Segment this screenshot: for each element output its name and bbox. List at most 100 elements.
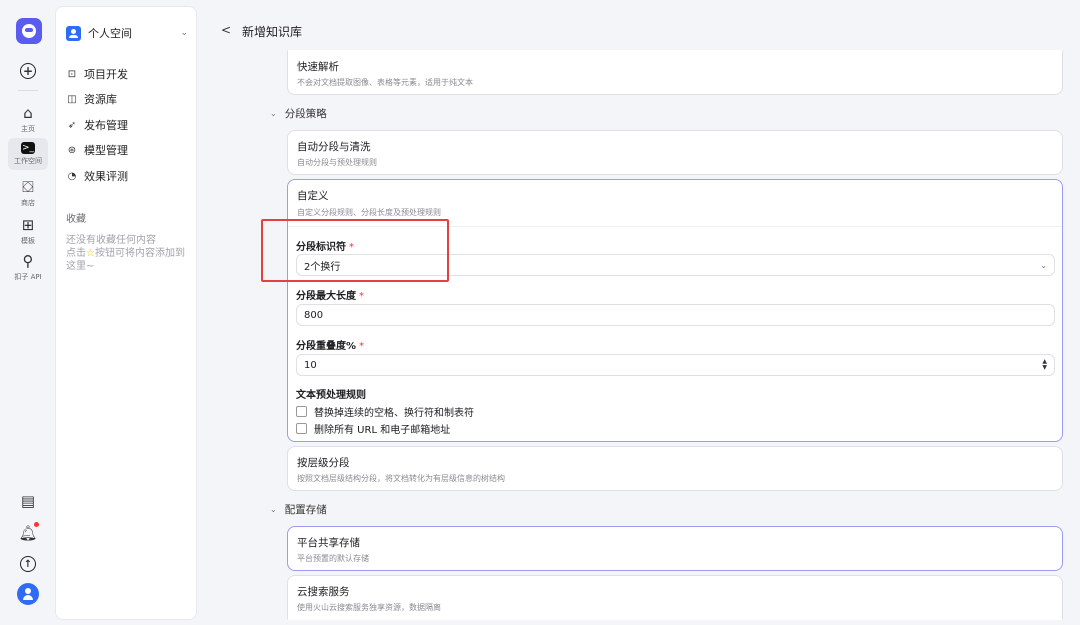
stepper-arrows-icon[interactable]: ▲ ▼ <box>1042 359 1047 371</box>
rule-replace-whitespace[interactable]: 替换掉连续的空格、换行符和制表符 <box>296 404 474 419</box>
rail-item-workspace[interactable]: >_ 工作空间 <box>8 138 48 170</box>
preprocess-label: 文本预处理规则 <box>296 390 366 401</box>
storage-option-cloud[interactable]: 云搜索服务 使用火山云搜索服务独享资源，数据隔离 <box>287 575 1063 620</box>
option-desc: 按照文档层级结构分段，将文档转化为有层级信息的树结构 <box>297 474 505 483</box>
field-label-text: 分段重叠度% <box>296 341 357 352</box>
favorites-empty-fragment: 按钮可将内容添加到 <box>94 248 185 259</box>
sidebar-item-label: 发布管理 <box>84 119 128 132</box>
rail-item-home[interactable]: ⌂ 主页 <box>8 104 48 134</box>
library-icon: ◫ <box>67 93 77 105</box>
rocket-icon: ➶ <box>67 119 77 131</box>
required-mark: * <box>359 291 364 302</box>
segment-option-custom[interactable]: 自定义 自定义分段规则、分段长度及预处理规则 分段标识符 * 2个换行 ⌄ 分段最… <box>287 179 1063 442</box>
input-value: 10 <box>304 359 317 371</box>
select-value: 2个换行 <box>304 261 341 273</box>
upgrade-button[interactable]: ↑ <box>8 556 48 572</box>
template-icon: ⊞ <box>21 215 35 234</box>
checkbox[interactable] <box>296 423 307 434</box>
app-logo[interactable] <box>16 18 42 44</box>
section-title: 分段策略 <box>284 108 327 120</box>
favorites-empty-line: 点击☆按钮可将内容添加到 <box>66 247 194 260</box>
option-title: 按层级分段 <box>297 457 350 469</box>
eval-icon: ◔ <box>67 170 77 182</box>
section-segment-strategy[interactable]: ⌄ 分段策略 <box>270 106 327 121</box>
option-desc: 自定义分段规则、分段长度及预处理规则 <box>297 208 441 217</box>
rail-item-label: 模板 <box>21 237 35 245</box>
plus-circle-icon: + <box>20 63 36 79</box>
rail-item-store[interactable]: ⛋ 商店 <box>8 178 48 208</box>
rail-item-label: 商店 <box>21 199 35 207</box>
max-length-label: 分段最大长度 * <box>296 287 364 302</box>
avatar[interactable] <box>17 583 39 605</box>
space-switcher[interactable]: 个人空间 ⌄ <box>66 23 188 43</box>
document-icon: ▤ <box>20 491 36 510</box>
section-storage[interactable]: ⌄ 配置存储 <box>270 502 327 517</box>
sidebar-item-label: 资源库 <box>84 93 117 106</box>
segment-option-auto[interactable]: 自动分段与清洗 自动分段与预处理规则 <box>287 130 1063 175</box>
rail-item-api[interactable]: ⚲ 扣子 API <box>8 252 48 282</box>
overlap-stepper[interactable]: 10 ▲ ▼ <box>296 354 1055 376</box>
page-title: 新增知识库 <box>242 25 303 39</box>
rail-item-template[interactable]: ⊞ 模板 <box>8 216 48 246</box>
favorites-title: 收藏 <box>66 214 86 225</box>
favorites-empty-text: 还没有收藏任何内容 点击☆按钮可将内容添加到 这里~ <box>66 234 194 273</box>
sidebar-item-label: 模型管理 <box>84 144 128 157</box>
custom-option-header: 自定义 自定义分段规则、分段长度及预处理规则 <box>288 180 1062 227</box>
back-button[interactable]: < <box>221 23 231 37</box>
required-mark: * <box>349 242 354 253</box>
sidebar-item-label: 效果评测 <box>84 170 128 183</box>
option-desc: 平台预置的默认存储 <box>297 554 369 563</box>
rail-item-label: 扣子 API <box>14 273 42 281</box>
create-button[interactable]: + <box>8 63 48 79</box>
project-icon: ⊡ <box>67 68 77 80</box>
favorites-empty-line: 还没有收藏任何内容 <box>66 235 156 246</box>
chevron-down-icon: ⌄ <box>270 109 277 118</box>
workspace-sidebar: 个人空间 ⌄ ⊡ 项目开发 ◫ 资源库 ➶ 发布管理 ⊛ 模型管理 ◔ 效果评测… <box>55 6 197 620</box>
store-icon: ⛋ <box>22 177 34 196</box>
space-label: 个人空间 <box>88 27 132 40</box>
sidebar-item-library[interactable]: ◫ 资源库 <box>65 89 189 109</box>
option-title: 云搜索服务 <box>297 586 350 598</box>
sidebar-item-label: 项目开发 <box>84 68 128 81</box>
parse-option-quick[interactable]: 快速解析 不会对文档提取图像、表格等元素，适用于纯文本 <box>287 50 1063 95</box>
segment-option-hierarchy[interactable]: 按层级分段 按照文档层级结构分段，将文档转化为有层级信息的树结构 <box>287 446 1063 491</box>
sidebar-item-projects[interactable]: ⊡ 项目开发 <box>65 64 189 84</box>
overlap-label: 分段重叠度% * <box>296 337 364 352</box>
max-length-input[interactable]: 800 <box>296 304 1055 326</box>
chevron-down-icon: ⌄ <box>180 28 188 38</box>
chevron-down-icon: ⌄ <box>1040 260 1047 270</box>
input-value: 800 <box>304 309 324 321</box>
notifications-button[interactable]: 🔔︎ <box>8 524 48 542</box>
notification-dot <box>34 522 39 527</box>
rule-remove-urls[interactable]: 删除所有 URL 和电子邮箱地址 <box>296 421 450 436</box>
chevron-down-icon: ⌄ <box>270 505 277 514</box>
option-title: 自定义 <box>297 190 329 202</box>
star-icon: ☆ <box>86 248 95 259</box>
field-label-text: 分段标识符 <box>296 242 346 253</box>
docs-button[interactable]: ▤ <box>8 492 48 510</box>
sidebar-item-publish[interactable]: ➶ 发布管理 <box>65 115 189 135</box>
favorites-empty-fragment: 点击 <box>66 248 86 259</box>
sidebar-item-models[interactable]: ⊛ 模型管理 <box>65 140 189 160</box>
workspace-icon: >_ <box>21 142 35 154</box>
option-title: 自动分段与清洗 <box>297 141 371 153</box>
api-icon: ⚲ <box>22 251 34 270</box>
option-desc: 使用火山云搜索服务独享资源，数据隔离 <box>297 603 441 612</box>
checkbox-label: 删除所有 URL 和电子邮箱地址 <box>314 425 451 436</box>
left-rail: + ⌂ 主页 >_ 工作空间 ⛋ 商店 ⊞ 模板 ⚲ 扣子 API ▤ 🔔︎ ↑ <box>0 0 56 625</box>
upload-icon: ↑ <box>20 556 36 572</box>
rail-item-label: 工作空间 <box>14 157 42 165</box>
checkbox[interactable] <box>296 406 307 417</box>
rail-divider <box>18 90 38 91</box>
sidebar-item-evaluation[interactable]: ◔ 效果评测 <box>65 166 189 186</box>
rail-item-label: 主页 <box>21 125 35 133</box>
identifier-select[interactable]: 2个换行 ⌄ <box>296 254 1055 276</box>
option-desc: 不会对文档提取图像、表格等元素，适用于纯文本 <box>297 78 473 87</box>
option-title: 快速解析 <box>297 61 339 73</box>
storage-option-shared[interactable]: 平台共享存储 平台预置的默认存储 <box>287 526 1063 571</box>
option-desc: 自动分段与预处理规则 <box>297 158 377 167</box>
model-icon: ⊛ <box>67 144 77 156</box>
field-label-text: 分段最大长度 <box>296 291 356 302</box>
home-icon: ⌂ <box>23 103 33 122</box>
person-icon <box>66 25 81 41</box>
